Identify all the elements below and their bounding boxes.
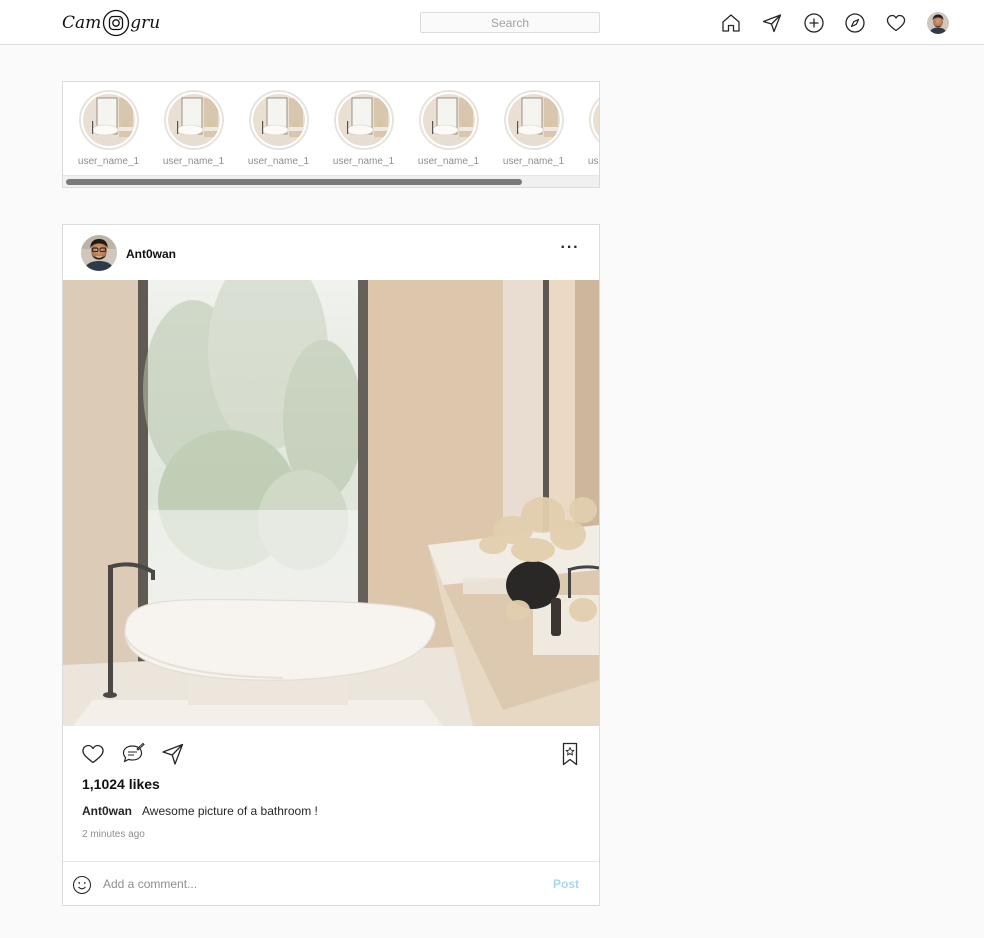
story-item[interactable]: user_name_1 (406, 90, 491, 167)
emoji-smile-icon[interactable] (71, 874, 93, 896)
plus-circle-icon[interactable] (803, 12, 825, 34)
story-thumbnail (422, 94, 475, 146)
caption-text: Awesome picture of a bathroom ! (142, 804, 318, 818)
story-item[interactable]: user_name_1 (66, 90, 151, 167)
story-thumbnail (252, 94, 305, 146)
story-avatar-ring (78, 90, 139, 150)
post-author-avatar[interactable] (81, 235, 117, 271)
story-item[interactable]: user_name_1 (491, 90, 576, 167)
post-comment-button[interactable]: Post (553, 877, 579, 891)
comment-input[interactable] (103, 874, 533, 894)
story-thumbnail (507, 94, 560, 146)
likes-count[interactable]: 1,1024 likes (82, 776, 160, 792)
story-username: user_name_1 (587, 156, 599, 167)
caption-username[interactable]: Ant0wan (82, 804, 132, 818)
story-avatar-ring (333, 90, 394, 150)
camgru-logo[interactable]: Cam gru (62, 7, 160, 39)
story-avatar-ring (503, 90, 564, 150)
story-avatar-ring (248, 90, 309, 150)
story-username: user_name_1 (332, 156, 395, 167)
story-thumbnail (167, 94, 220, 146)
post-actions (63, 741, 599, 769)
search-input[interactable] (420, 12, 600, 33)
add-comment-bar: Post (63, 861, 599, 906)
stories-scrollbar[interactable] (63, 175, 599, 187)
post-timestamp: 2 minutes ago (82, 829, 145, 840)
post-author-username[interactable]: Ant0wan (126, 247, 176, 261)
story-avatar-ring (418, 90, 479, 150)
top-navigation-bar: Cam gru (0, 0, 984, 45)
story-username: user_name_1 (247, 156, 310, 167)
story-item[interactable]: user_name_1 (151, 90, 236, 167)
camera-logo-icon (103, 9, 130, 37)
story-avatar-ring (588, 90, 599, 150)
like-heart-icon[interactable] (80, 741, 106, 767)
share-paper-plane-icon[interactable] (160, 741, 186, 767)
more-options-button[interactable]: ··· (559, 240, 581, 256)
heart-icon[interactable] (885, 12, 907, 34)
compass-icon[interactable] (844, 12, 866, 34)
logo-text-left: Cam (62, 13, 102, 33)
story-thumbnail (592, 94, 599, 146)
story-item[interactable]: user_name_1 (321, 90, 406, 167)
post-header: Ant0wan ··· (63, 225, 599, 280)
story-avatar-ring (163, 90, 224, 150)
story-username: user_name_1 (77, 156, 140, 167)
story-thumbnail (337, 94, 390, 146)
home-icon[interactable] (720, 12, 742, 34)
story-thumbnail (82, 94, 135, 146)
post-caption: Ant0wan Awesome picture of a bathroom ! (82, 804, 318, 818)
logo-text-right: gru (130, 13, 161, 33)
stories-tray[interactable]: user_name_1 user_name_1 user_name_1 user… (62, 81, 600, 188)
story-username: user_name_1 (162, 156, 225, 167)
comment-icon[interactable] (120, 741, 146, 767)
story-item[interactable]: user_name_1 (576, 90, 599, 167)
feed-post: Ant0wan ··· 1,1024 likes Ant0wan Awesome… (62, 224, 600, 906)
story-username: user_name_1 (502, 156, 565, 167)
paper-plane-icon[interactable] (761, 12, 783, 34)
save-bookmark-icon[interactable] (557, 741, 583, 767)
story-item[interactable]: user_name_1 (236, 90, 321, 167)
story-username: user_name_1 (417, 156, 480, 167)
scrollbar-thumb[interactable] (66, 179, 522, 185)
post-image-bathroom[interactable] (63, 280, 599, 726)
profile-avatar[interactable] (927, 12, 949, 34)
